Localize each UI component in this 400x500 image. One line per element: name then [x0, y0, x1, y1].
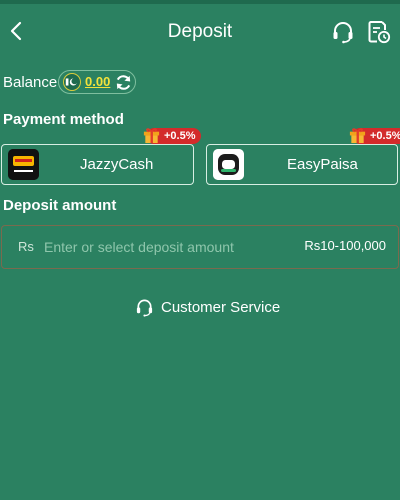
jazzcash-logo-icon [8, 149, 39, 180]
easypaisa-logo-icon [213, 149, 244, 180]
payment-option-label: EasyPaisa [287, 156, 358, 173]
balance-pill: 0.00 [58, 70, 136, 94]
gift-icon [143, 128, 160, 144]
currency-symbol: Rs [18, 239, 34, 254]
deposit-amount-field[interactable]: Rs Rs10-100,000 [1, 225, 399, 269]
bonus-text: +0.5% [370, 130, 400, 142]
amount-input[interactable] [44, 235, 284, 259]
refresh-icon[interactable] [114, 73, 133, 92]
payment-method-title: Payment method [3, 111, 124, 128]
amount-range: Rs10-100,000 [304, 238, 386, 253]
bonus-badge-jazzcash: +0.5% [143, 128, 201, 144]
payment-option-jazzcash[interactable]: JazzyCash [1, 144, 194, 185]
bonus-text: +0.5% [164, 130, 196, 142]
customer-service-label: Customer Service [161, 299, 281, 316]
gift-icon [349, 128, 366, 144]
balance-label: Balance [3, 74, 58, 91]
pakistan-flag-coin-icon [63, 73, 81, 91]
payment-option-easypaisa[interactable]: EasyPaisa [206, 144, 398, 185]
deposit-amount-title: Deposit amount [3, 197, 117, 214]
bonus-badge-easypaisa: +0.5% [349, 128, 400, 144]
balance-value: 0.00 [85, 74, 111, 89]
payment-option-label: JazzyCash [80, 156, 154, 173]
header: Deposit [0, 4, 400, 58]
headset-icon[interactable] [330, 19, 356, 45]
headset-icon [136, 299, 153, 317]
history-clock-icon[interactable] [366, 19, 392, 45]
